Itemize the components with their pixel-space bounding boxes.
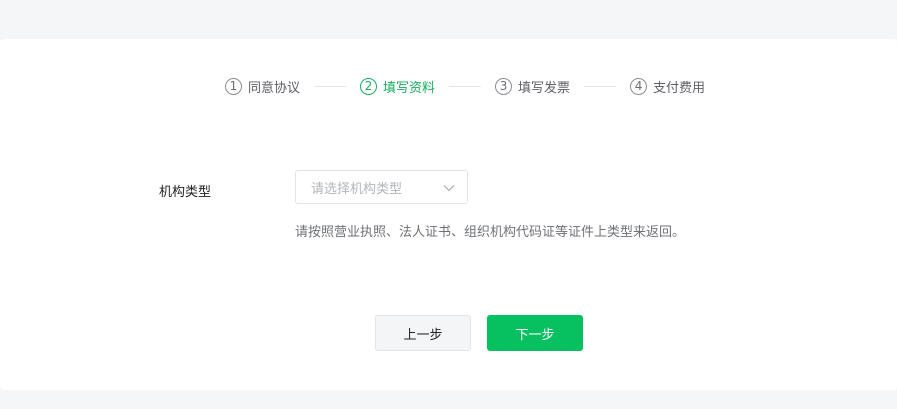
- step-1-label: 同意协议: [248, 80, 301, 96]
- step-3-label: 填写发票: [518, 80, 571, 96]
- org-type-label: 机构类型: [159, 185, 212, 200]
- org-type-placeholder: 请选择机构类型: [311, 181, 403, 197]
- step-3: 3 填写发票: [495, 76, 570, 96]
- chevron-down-icon: [443, 185, 455, 192]
- step-indicator: 1 同意协议 2 填写资料 3 填写发票 4 支付费用: [225, 76, 705, 96]
- step-4-label: 支付费用: [653, 80, 706, 96]
- step-2-label: 填写资料: [383, 80, 436, 96]
- step-connector: [449, 85, 482, 87]
- step-connector: [314, 85, 347, 87]
- step-4: 4 支付费用: [630, 76, 705, 96]
- step-connector: [584, 85, 617, 87]
- step-2-number: 2: [360, 77, 378, 95]
- org-type-hint: 请按照营业执照、法人证书、组织机构代码证等证件上类型来返回。: [295, 225, 686, 240]
- org-type-select[interactable]: 请选择机构类型: [295, 170, 468, 204]
- next-step-button[interactable]: 下一步: [487, 315, 583, 351]
- step-4-number: 4: [630, 77, 648, 95]
- step-2: 2 填写资料: [360, 76, 435, 96]
- step-1: 1 同意协议: [225, 76, 300, 96]
- step-3-number: 3: [495, 77, 513, 95]
- prev-step-button[interactable]: 上一步: [375, 315, 471, 351]
- step-1-number: 1: [225, 77, 242, 95]
